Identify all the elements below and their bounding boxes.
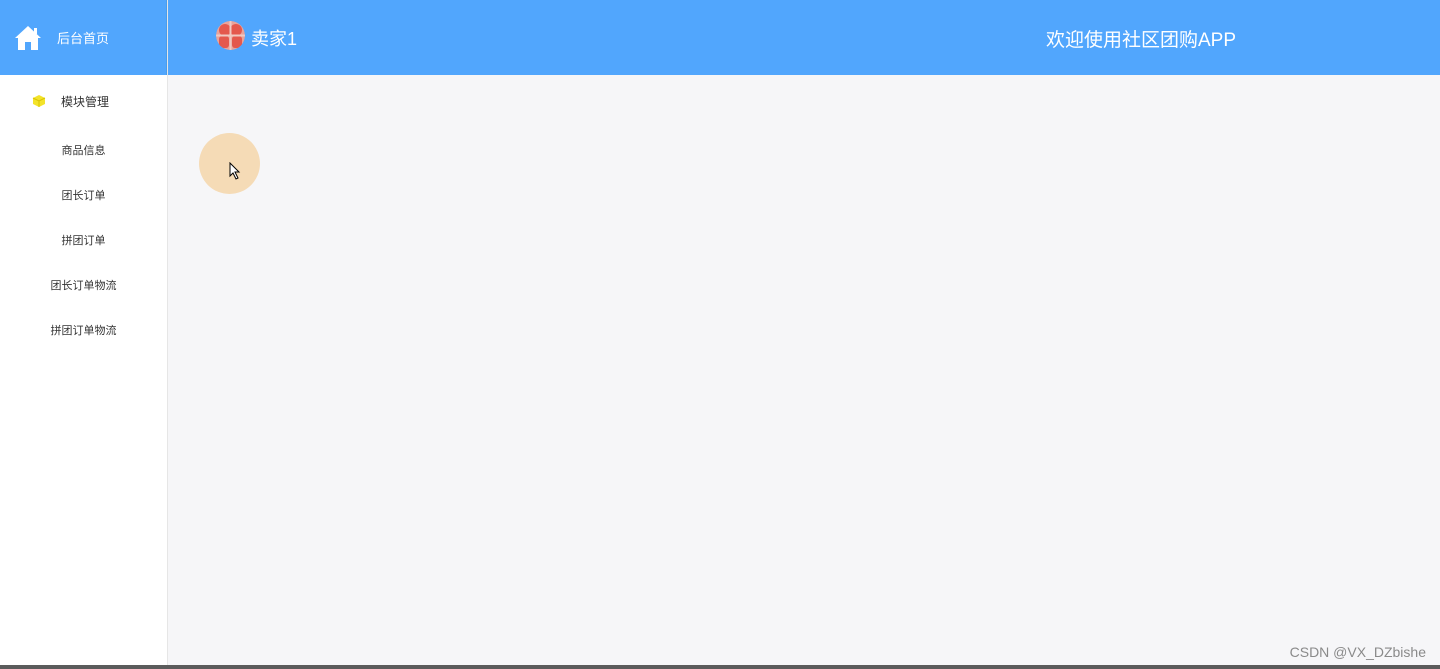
sidebar: 后台首页 模块管理 商品信息 团长订单 拼团订单 团长订单物流 拼团订单物流 [0, 0, 168, 669]
menu-item-group-orders[interactable]: 拼团订单 [0, 217, 167, 262]
menu-item-leader-order-logistics[interactable]: 团长订单物流 [0, 262, 167, 307]
watermark: CSDN @VX_DZbishe [1289, 644, 1426, 660]
welcome-text: 欢迎使用社区团购APP [1046, 30, 1237, 51]
menu-item-group-order-logistics[interactable]: 拼团订单物流 [0, 307, 167, 352]
sidebar-home-link[interactable]: 后台首页 [0, 0, 167, 75]
username[interactable]: 卖家1 [251, 25, 297, 51]
home-icon [14, 25, 42, 51]
top-header: 卖家1 欢迎使用社区团购APP [168, 0, 1440, 75]
cursor-icon [229, 161, 241, 180]
menu-group-module-management[interactable]: 模块管理 [0, 75, 167, 127]
menu-group-label: 模块管理 [61, 94, 110, 109]
menu-item-product-info[interactable]: 商品信息 [0, 127, 167, 172]
menu-item-leader-orders[interactable]: 团长订单 [0, 172, 167, 217]
home-label: 后台首页 [57, 31, 110, 46]
main-content [168, 75, 1440, 665]
cube-icon [32, 94, 46, 108]
bottom-border [0, 665, 1440, 669]
avatar[interactable] [216, 21, 245, 50]
